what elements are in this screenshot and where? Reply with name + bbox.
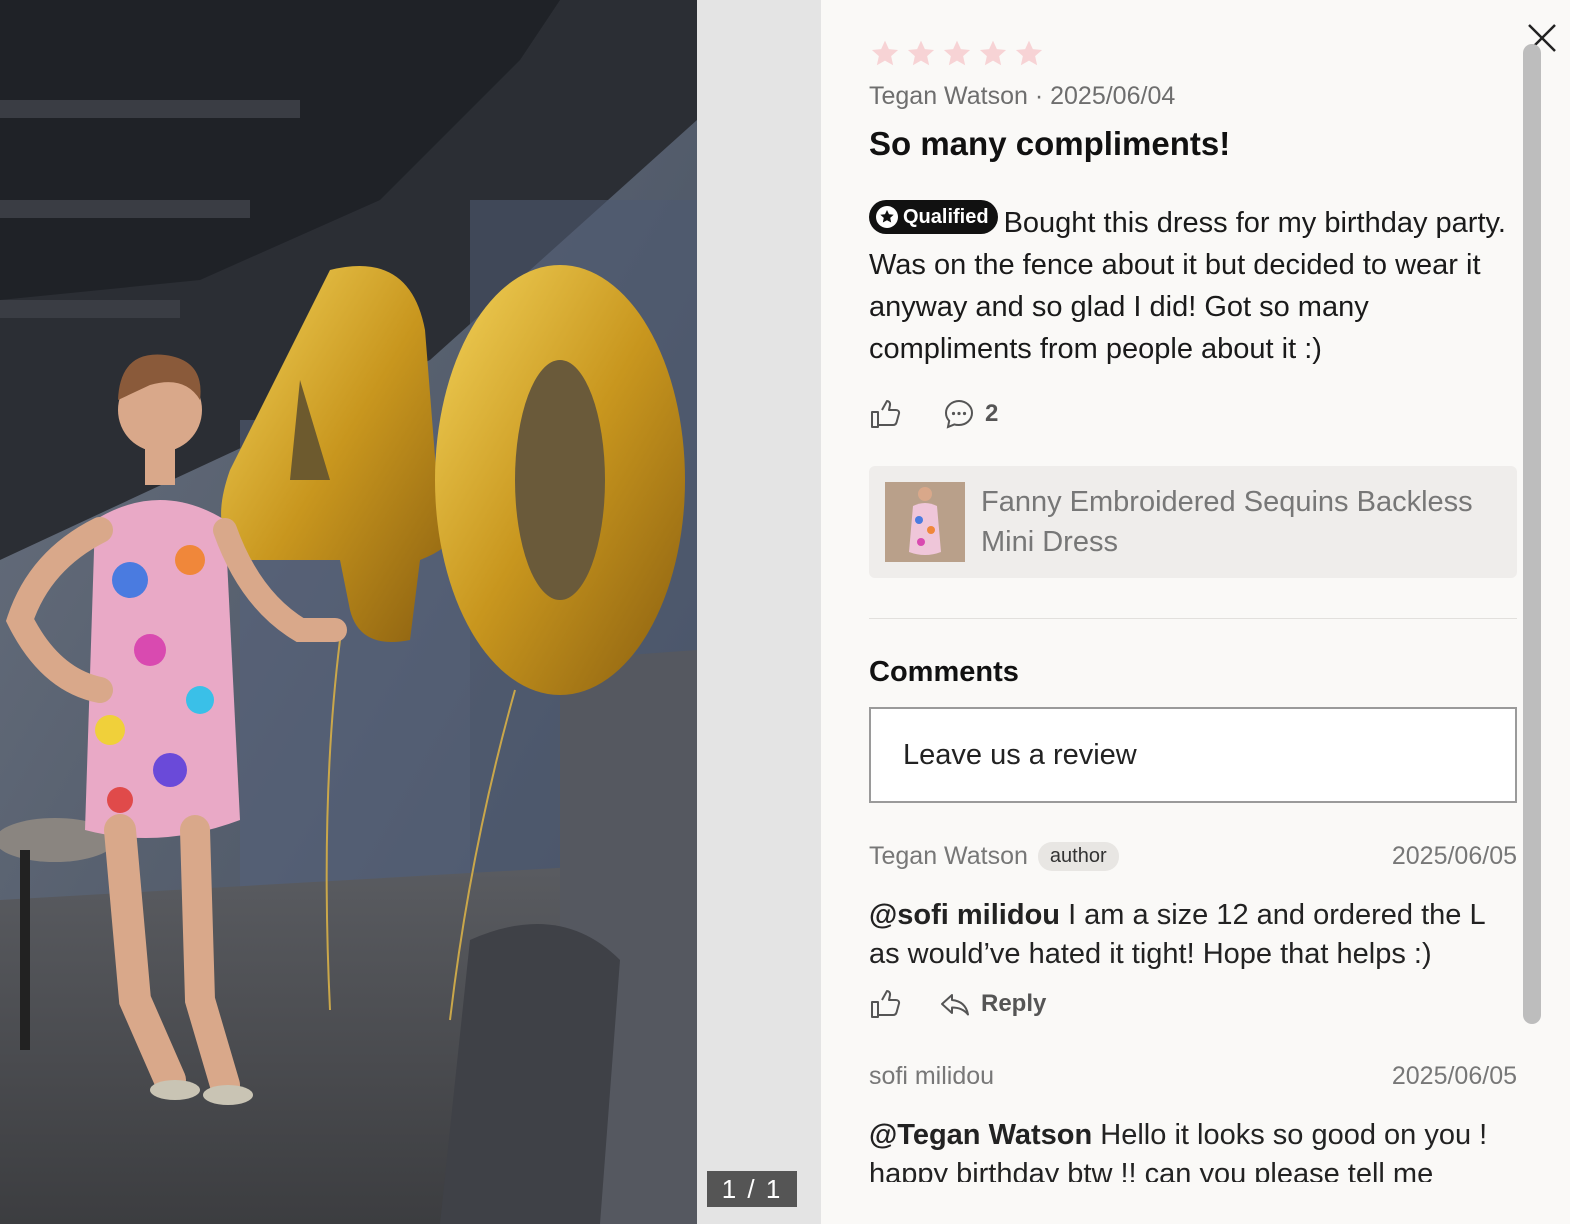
comment-date: 2025/06/05 [1391, 1062, 1517, 1090]
thumbs-up-icon [871, 400, 901, 428]
comment-count: 2 [985, 400, 999, 427]
badge-label: Qualified [903, 206, 989, 228]
star-icon [943, 40, 971, 66]
comment-author: sofi milidou [869, 1062, 995, 1090]
star-icon [907, 40, 935, 66]
star-icon [979, 40, 1007, 66]
review-actions: 2 [869, 398, 998, 430]
comment-meta: sofi milidou 2025/06/05 [869, 1062, 1517, 1091]
badge-star-icon [876, 206, 898, 228]
comments-title: Comments [869, 656, 1019, 688]
meta-separator: · [1034, 82, 1051, 110]
review-content: Tegan Watson · 2025/06/04 So many compli… [869, 0, 1517, 1182]
qualified-badge: Qualified [869, 200, 998, 234]
thumbs-up-icon [871, 990, 901, 1018]
star-rating [869, 38, 1045, 70]
comment-mention[interactable]: @sofi milidou [869, 899, 1060, 931]
product-thumbnail-image [885, 482, 965, 562]
review-meta: Tegan Watson · 2025/06/04 [869, 82, 1175, 111]
star-icon [1015, 40, 1043, 66]
comments-button[interactable]: 2 [943, 398, 998, 430]
comment-actions: Reply [869, 988, 1046, 1020]
divider [869, 618, 1517, 619]
review-title: So many compliments! [869, 125, 1231, 162]
review-author: Tegan Watson [869, 82, 1028, 110]
review-media-area: 1 / 1 [0, 0, 821, 1224]
comment-mention[interactable]: @Tegan Watson [869, 1119, 1092, 1151]
like-button[interactable] [869, 398, 901, 430]
reply-icon [941, 994, 969, 1016]
product-card[interactable]: Fanny Embroidered Sequins Backless Mini … [869, 466, 1517, 578]
comment-text: @sofi milidou I am a size 12 and ordered… [869, 896, 1514, 974]
comment-author: Tegan Watson [869, 842, 1028, 870]
comment-meta: Tegan Watson author 2025/06/05 [869, 842, 1517, 871]
reply-label: Reply [981, 990, 1047, 1017]
reply-button[interactable]: Reply [939, 988, 1046, 1020]
comment-date: 2025/06/05 [1391, 842, 1517, 870]
product-thumbnail [885, 482, 965, 562]
review-photo[interactable] [0, 0, 697, 1224]
comment-text: @Tegan Watson Hello it looks so good on … [869, 1116, 1514, 1182]
comment-bubble-icon [944, 399, 974, 429]
review-date: 2025/06/04 [1050, 82, 1176, 110]
review-body: Qualified Bought this dress for my birth… [869, 200, 1509, 370]
image-counter: 1 / 1 [707, 1171, 797, 1207]
product-name: Fanny Embroidered Sequins Backless Mini … [981, 486, 1473, 558]
review-photo-image [0, 0, 697, 1224]
comment-like-button[interactable] [869, 988, 901, 1020]
author-tag: author [1037, 842, 1119, 871]
comment-input[interactable]: Leave us a review [869, 707, 1517, 803]
scrollbar-thumb[interactable] [1523, 44, 1541, 1024]
star-icon [871, 40, 899, 66]
